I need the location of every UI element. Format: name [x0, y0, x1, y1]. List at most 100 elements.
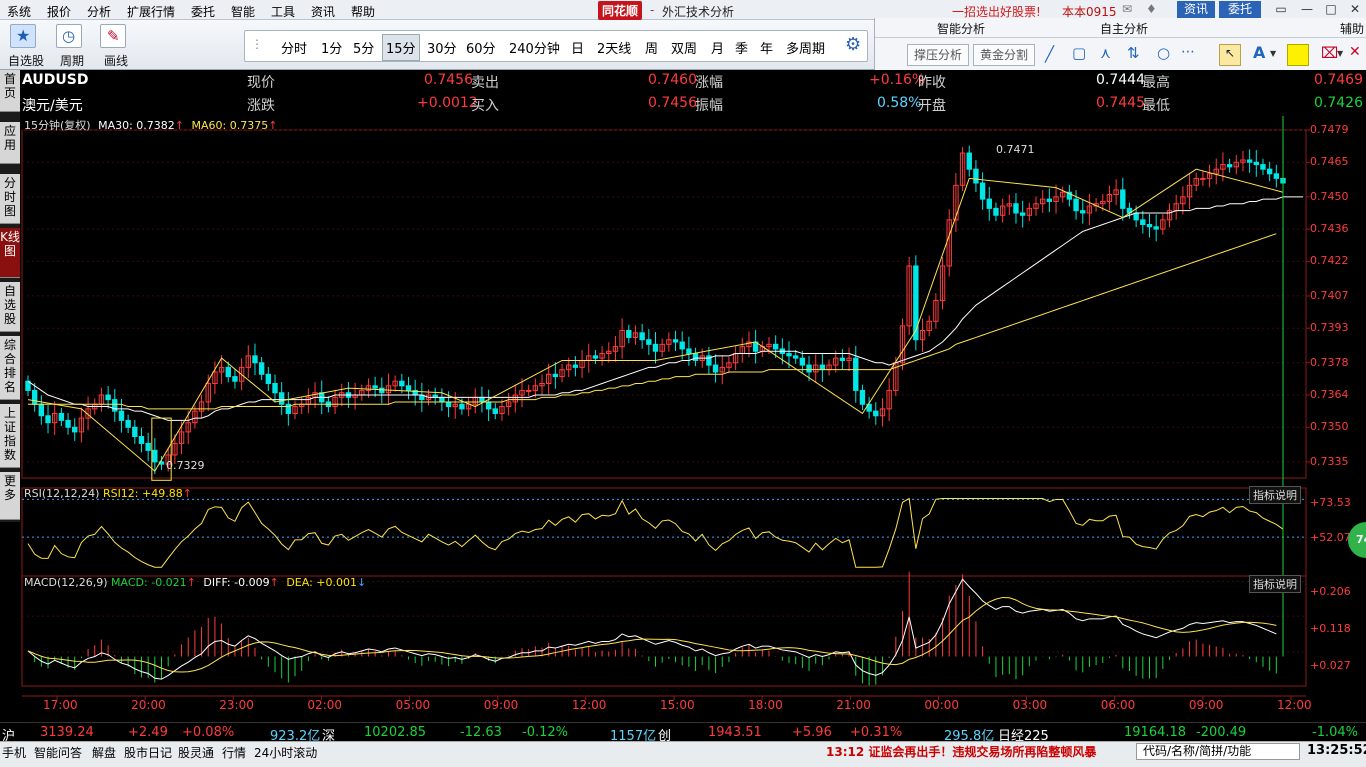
- news-button[interactable]: 资讯: [1177, 1, 1215, 18]
- candle-body: [105, 394, 111, 401]
- menu-trade[interactable]: 委托: [191, 3, 215, 20]
- candle-body: [839, 357, 846, 361]
- period-5min[interactable]: 5分: [353, 38, 374, 57]
- period-1min[interactable]: 1分: [321, 38, 342, 57]
- tab-home[interactable]: 首页: [0, 70, 20, 112]
- search-input[interactable]: 代码/名称/简拼/功能: [1136, 743, 1300, 760]
- label-open: 开盘: [918, 98, 946, 114]
- zigzag-line: [27, 168, 1284, 472]
- period-day[interactable]: 日: [571, 38, 584, 57]
- period-30min[interactable]: 30分: [427, 38, 457, 57]
- restore-icon[interactable]: ▭: [1270, 1, 1292, 18]
- close-icon[interactable]: ✕: [1344, 1, 1366, 18]
- period-caption: 15分钟(复权): [24, 119, 91, 132]
- clear-tool-icon[interactable]: ✕: [1349, 44, 1361, 60]
- app-title: 外汇技术分析: [662, 5, 735, 19]
- polyline-tool-icon[interactable]: ⋏: [1100, 44, 1111, 62]
- period-2week[interactable]: 双周: [671, 38, 697, 57]
- delete-tool-icon[interactable]: ⌧: [1321, 44, 1338, 62]
- period-week[interactable]: 周: [645, 38, 658, 57]
- period-year[interactable]: 年: [760, 38, 773, 57]
- nk-pct: -1.04%: [1312, 725, 1358, 740]
- menu-extended[interactable]: 扩展行情: [127, 3, 175, 20]
- bottom-24h[interactable]: 24小时滚动: [254, 744, 317, 761]
- candle-body: [252, 355, 258, 364]
- trade-button[interactable]: 委托: [1219, 1, 1261, 18]
- period-15min[interactable]: 15分: [382, 34, 420, 61]
- bottom-market[interactable]: 行情: [222, 744, 246, 761]
- analysis-panel: 智能分析 自主分析 辅助 撑压分析 黄金分割 ╱ ▢ ⋏ ⇅ ○ ⋯ ↖ A ▼…: [874, 18, 1366, 70]
- price-tick-label: 0.7436: [1310, 222, 1349, 236]
- watchlist-label[interactable]: 自选股: [8, 52, 44, 69]
- period-240min[interactable]: 240分钟: [509, 38, 560, 57]
- menu-news[interactable]: 资讯: [311, 3, 335, 20]
- circle-tool-icon[interactable]: ○: [1157, 44, 1170, 62]
- value-price: 0.7456: [424, 72, 473, 88]
- rsi-help-button[interactable]: 指标说明: [1249, 486, 1301, 504]
- label-bid: 买入: [471, 98, 499, 114]
- sh-change: +2.49: [128, 725, 168, 740]
- ma60-label: MA60: 0.7375: [191, 119, 269, 132]
- macd-axis-low: +0.027: [1310, 659, 1351, 672]
- period-multi[interactable]: 多周期: [786, 38, 825, 57]
- candle-body: [485, 401, 492, 410]
- delete-dropdown-icon[interactable]: ▼: [1337, 49, 1343, 58]
- period-2day[interactable]: 2天线: [597, 38, 631, 57]
- bottom-qa[interactable]: 智能问答: [34, 744, 82, 761]
- minimize-icon[interactable]: —: [1296, 1, 1318, 18]
- period-label[interactable]: 周期: [60, 52, 84, 69]
- draw-label[interactable]: 画线: [104, 52, 128, 69]
- text-tool-icon[interactable]: A: [1253, 43, 1265, 62]
- status-bar: 手机 智能问答 解盘 股市日记 股灵通 行情 24小时滚动 13:12 证监会再…: [0, 741, 1366, 767]
- candle-body: [1146, 223, 1153, 228]
- bottom-mobile[interactable]: 手机: [2, 744, 26, 761]
- pen-icon[interactable]: ✎: [100, 24, 126, 48]
- period-quarter[interactable]: 季: [735, 38, 748, 57]
- star-icon[interactable]: ★: [10, 24, 36, 48]
- price-tick-label: 0.7465: [1310, 155, 1349, 169]
- news-ticker[interactable]: 13:12 证监会再出手！违规交易场所再陷整顿风暴: [826, 743, 1096, 760]
- dea-value: DEA: +0.001: [286, 576, 357, 589]
- golden-ratio-button[interactable]: 黄金分割: [973, 44, 1035, 66]
- cursor-tool-icon[interactable]: ↖: [1219, 44, 1241, 66]
- time-tick-label: 12:00: [571, 698, 607, 712]
- menu-analysis[interactable]: 分析: [87, 3, 111, 20]
- macd-help-button[interactable]: 指标说明: [1249, 575, 1301, 593]
- menu-system[interactable]: 系统: [7, 3, 31, 20]
- settings-gear-icon[interactable]: ⚙: [845, 34, 861, 55]
- value-change: +0.0012: [417, 95, 478, 111]
- value-low: 0.7426: [1314, 95, 1363, 111]
- index-bar: 沪 3139.24 +2.49 +0.08% 923.2亿 深 10202.85…: [0, 722, 1366, 744]
- candle-body: [152, 449, 158, 463]
- menu-smart[interactable]: 智能: [231, 3, 255, 20]
- bottom-commentary[interactable]: 解盘: [92, 744, 116, 761]
- more-tools-icon[interactable]: ⋯: [1181, 44, 1195, 60]
- candle-body: [1260, 164, 1266, 170]
- candle-body: [225, 366, 231, 378]
- clock-icon[interactable]: ◷: [56, 24, 82, 48]
- period-fenshi[interactable]: 分时: [281, 38, 307, 57]
- menu-quote[interactable]: 报价: [47, 3, 71, 20]
- value-open: 0.7445: [1096, 95, 1145, 111]
- macd-panel: [22, 116, 1306, 686]
- ma30-up-icon: ↑: [174, 119, 185, 132]
- period-month[interactable]: 月: [711, 38, 724, 57]
- kline-chart[interactable]: [0, 116, 1366, 722]
- menu-bar: 系统 报价 分析 扩展行情 委托 智能 工具 资讯 帮助 同花顺 - 外汇技术分…: [0, 0, 1366, 20]
- text-dropdown-icon[interactable]: ▼: [1270, 49, 1276, 58]
- maximize-icon[interactable]: □: [1320, 1, 1342, 18]
- shirt-icon[interactable]: ♦: [1146, 2, 1157, 16]
- arrow-tool-icon[interactable]: ⇅: [1127, 44, 1140, 62]
- color-picker-icon[interactable]: [1287, 44, 1309, 66]
- rect-tool-icon[interactable]: ▢: [1072, 44, 1086, 62]
- period-60min[interactable]: 60分: [466, 38, 496, 57]
- bottom-stockbot[interactable]: 股灵通: [178, 744, 214, 761]
- menu-help[interactable]: 帮助: [351, 3, 375, 20]
- line-tool-icon[interactable]: ╱: [1045, 45, 1054, 63]
- menu-tools[interactable]: 工具: [271, 3, 295, 20]
- mail-icon[interactable]: ✉: [1122, 2, 1132, 16]
- candle-body: [1013, 203, 1019, 214]
- label-high: 最高: [1142, 75, 1170, 91]
- bottom-diary[interactable]: 股市日记: [124, 744, 172, 761]
- support-resist-button[interactable]: 撑压分析: [907, 44, 969, 66]
